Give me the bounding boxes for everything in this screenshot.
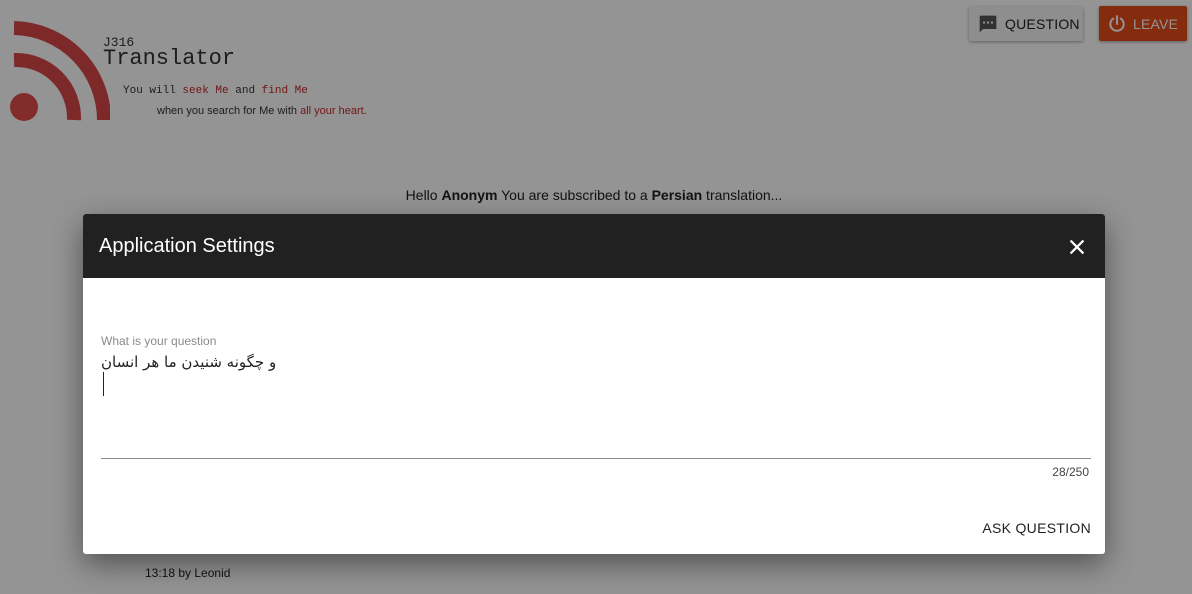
settings-dialog: Application Settings What is your questi… <box>83 214 1105 554</box>
question-field-label: What is your question <box>101 334 217 348</box>
question-textarea[interactable] <box>101 350 1091 456</box>
close-icon[interactable] <box>1066 236 1088 258</box>
dialog-title: Application Settings <box>99 235 275 257</box>
dialog-header: Application Settings <box>83 214 1105 278</box>
field-underline <box>101 458 1091 459</box>
text-caret <box>103 372 104 396</box>
character-counter: 28/250 <box>1052 465 1089 479</box>
ask-question-button[interactable]: ASK QUESTION <box>982 512 1091 544</box>
